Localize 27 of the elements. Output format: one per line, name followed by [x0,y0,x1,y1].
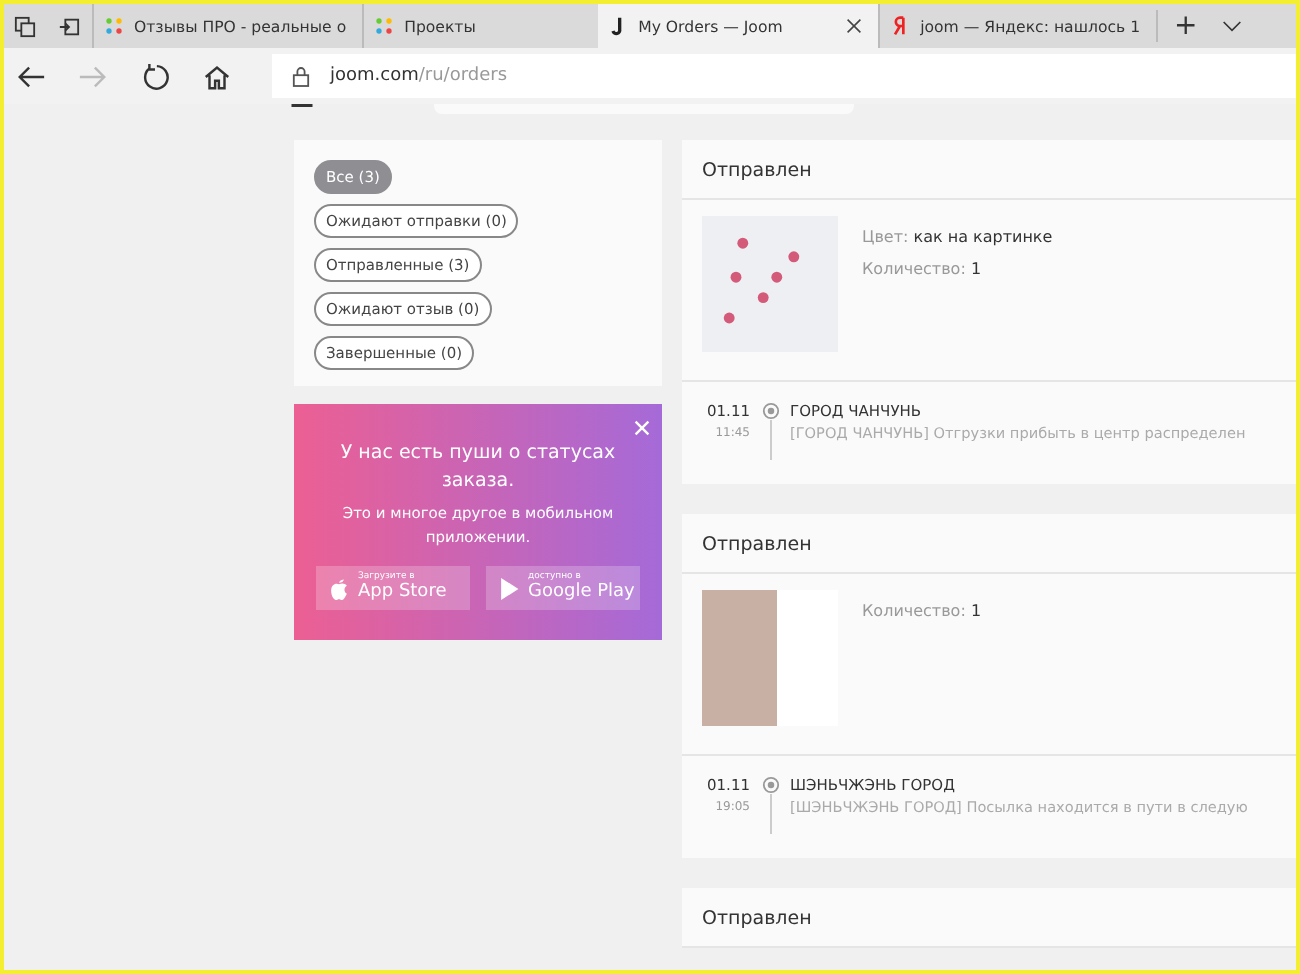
menu-icon[interactable] [290,104,314,110]
product-photo [702,216,838,352]
product-photo [702,590,838,726]
chevron-down-icon[interactable] [1221,19,1242,33]
order-status: Отправлен [682,140,1296,200]
quantity-property: Количество: 1 [862,602,982,620]
yandex-favicon-icon [890,16,911,36]
site-favicon-icon [374,16,395,36]
apple-logo-icon [328,575,350,601]
site-favicon-icon [104,16,124,36]
back-arrow-icon[interactable] [16,61,46,91]
order-status: Отправлен [682,514,1296,574]
close-icon[interactable] [846,18,863,34]
quantity-property: Количество: 1 [862,260,984,278]
new-tab-button[interactable]: + [1156,10,1214,42]
timeline-dot-icon [761,776,779,794]
color-property: Цвет: как на картинке [862,228,1053,246]
promo-title: У нас есть пуши о статусах заказа. [338,440,618,496]
tab-preview-icon[interactable] [14,15,36,37]
refresh-icon[interactable] [140,61,170,91]
order-status: Отправлен [682,888,1296,948]
timeline-dot-icon [761,402,779,420]
home-icon[interactable] [202,61,232,91]
lock-icon [292,65,310,87]
set-aside-tabs-icon[interactable] [58,15,80,37]
address-field[interactable]: joom.com/ru/orders [272,54,1296,98]
play-triangle-icon [498,575,520,601]
